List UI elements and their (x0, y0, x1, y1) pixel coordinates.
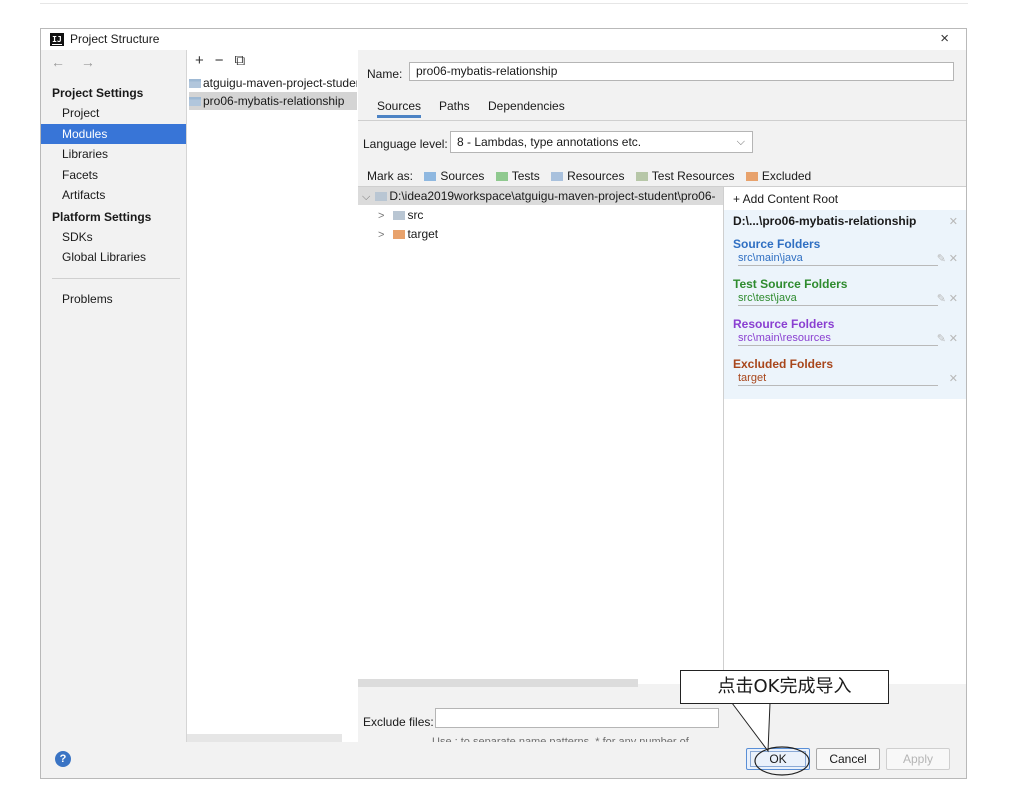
annotation-callout: 点击OK完成导入 (680, 670, 889, 704)
